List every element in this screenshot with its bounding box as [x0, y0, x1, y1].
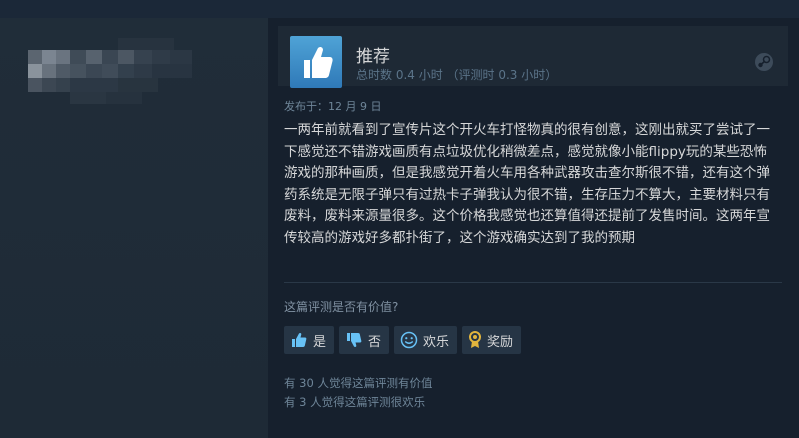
vote-yes-button[interactable]: 是 — [284, 326, 335, 354]
funny-count: 有 3 人觉得这篇评测很欢乐 — [284, 395, 426, 409]
recommendation-title[interactable]: 推荐 — [356, 42, 390, 67]
review-body: 一两年前就看到了宣传片这个开火车打怪物真的很有创意，这刚出就买了尝试了一下感觉还… — [284, 122, 770, 246]
divider — [284, 282, 782, 283]
reviewer-info-pixelated[interactable] — [28, 38, 228, 104]
helpful-question: 这篇评测是否有价值? — [284, 300, 399, 314]
review-header[interactable]: 推荐 总时数 0.4 小时 （评测时 0.3 小时） — [278, 26, 788, 88]
steam-icon — [755, 53, 773, 71]
vote-funny-label: 欢乐 — [423, 334, 450, 350]
smiley-icon — [400, 331, 418, 349]
vote-stats: 有 30 人觉得这篇评测有价值 有 3 人觉得这篇评测很欢乐 — [284, 374, 432, 412]
posted-date: 发布于：12 月 9 日 — [284, 100, 382, 113]
thumbs-up-icon — [304, 46, 333, 78]
award-label: 奖励 — [487, 334, 514, 350]
playtime-hours: 总时数 0.4 小时 （评测时 0.3 小时） — [356, 68, 558, 82]
reviewer-panel — [0, 18, 268, 438]
recommended-badge — [290, 36, 342, 88]
vote-no-button[interactable]: 否 — [339, 326, 390, 354]
award-button[interactable]: 奖励 — [462, 326, 522, 354]
award-medal-icon — [468, 331, 482, 349]
top-strip — [0, 0, 799, 18]
helpful-count: 有 30 人觉得这篇评测有价值 — [284, 376, 433, 390]
vote-buttons: 是 否 欢乐 奖励 — [284, 326, 522, 354]
thumbs-down-icon — [345, 332, 363, 348]
vote-funny-button[interactable]: 欢乐 — [394, 326, 458, 354]
vote-yes-label: 是 — [313, 334, 327, 350]
vote-no-label: 否 — [368, 334, 382, 350]
review-card: 推荐 总时数 0.4 小时 （评测时 0.3 小时） 发布于：12 月 9 日 … — [268, 18, 799, 438]
thumbs-up-icon — [290, 332, 308, 348]
